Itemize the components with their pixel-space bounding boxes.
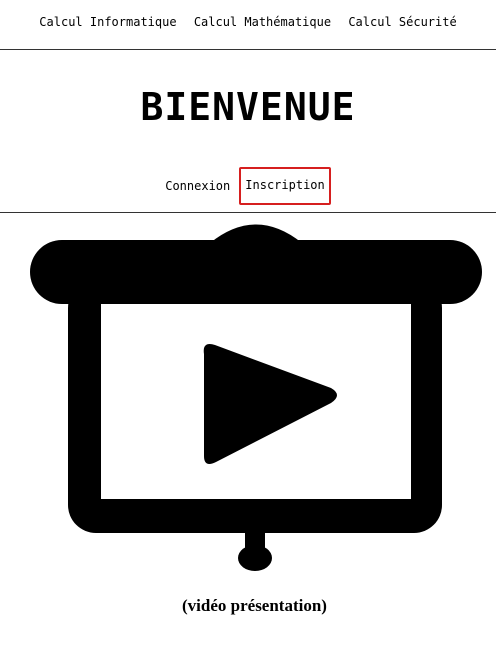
nav-link-calcul-securite[interactable]: Calcul Sécurité (348, 15, 456, 29)
nav-link-calcul-informatique[interactable]: Calcul Informatique (39, 15, 176, 29)
projector-foot (238, 545, 272, 571)
projector-screen-play-icon[interactable] (30, 220, 482, 572)
auth-nav: Connexion Inscription (0, 167, 496, 205)
nav-link-calcul-mathematique[interactable]: Calcul Mathématique (194, 15, 331, 29)
top-divider (0, 49, 496, 50)
login-link[interactable]: Connexion (165, 179, 230, 193)
header-divider (0, 212, 496, 213)
page-title: BIENVENUE (140, 85, 356, 129)
top-nav: Calcul Informatique Calcul Mathématique … (0, 13, 496, 31)
register-link[interactable]: Inscription (239, 167, 331, 205)
video-caption: (vidéo présentation) (182, 596, 327, 615)
